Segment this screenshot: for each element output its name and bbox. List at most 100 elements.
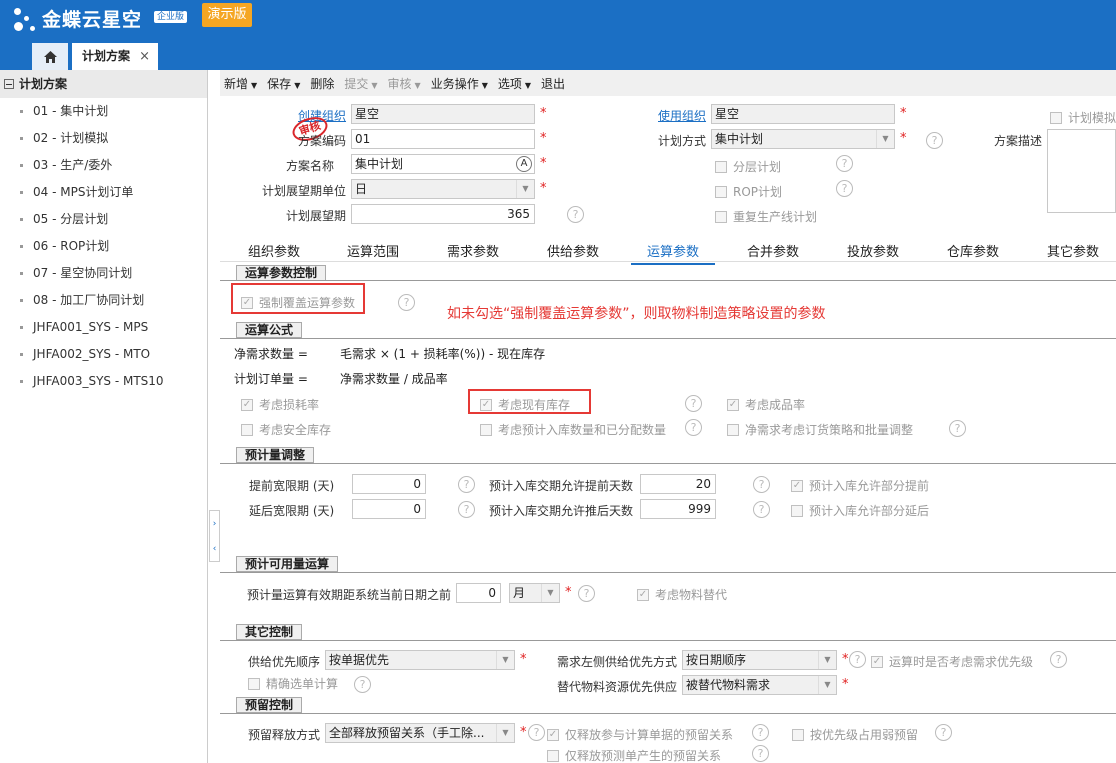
help-icon[interactable]: ?	[685, 395, 702, 412]
sidebar-item[interactable]: 07 - 星空协同计划	[0, 260, 207, 287]
home-tab[interactable]	[32, 43, 68, 70]
sidebar-item[interactable]: 01 - 集中计划	[0, 98, 207, 125]
current-stock-checkbox[interactable]: ✓ 考虑现有库存	[480, 396, 570, 413]
loss-rate-checkbox[interactable]: ✓ 考虑损耗率	[241, 396, 319, 413]
allow-partial-delay-checkbox[interactable]: 预计入库允许部分延后	[791, 502, 929, 519]
sidebar-item[interactable]: 02 - 计划模拟	[0, 125, 207, 152]
name-field[interactable]: 集中计划 A	[351, 154, 535, 174]
tab-scope[interactable]: 运算范围	[347, 241, 399, 260]
help-icon[interactable]: ?	[354, 676, 371, 693]
plan-sim-checkbox[interactable]: 计划模拟	[1050, 109, 1116, 126]
tab-supply[interactable]: 供给参数	[547, 241, 599, 260]
help-icon[interactable]: ?	[578, 585, 595, 602]
sidebar-title[interactable]: 计划方案	[0, 70, 207, 98]
repeat-line-checkbox[interactable]: 重复生产线计划	[715, 208, 817, 225]
business-button[interactable]: 业务操作 ▼	[431, 75, 488, 92]
sidebar-item[interactable]: JHFA001_SYS - MPS	[0, 314, 207, 341]
help-icon[interactable]: ?	[926, 132, 943, 149]
options-button[interactable]: 选项 ▼	[498, 75, 531, 92]
unit-select[interactable]: 日 ▼	[351, 179, 535, 199]
material-substitute-checkbox[interactable]: ✓ 考虑物料替代	[637, 586, 727, 603]
demand-priority-checkbox[interactable]: ✓ 运算时是否考虑需求优先级	[871, 653, 1033, 670]
sidebar-item[interactable]: 05 - 分层计划	[0, 206, 207, 233]
audit-button[interactable]: 审核 ▼	[388, 75, 421, 92]
only-forecast-reserve-checkbox[interactable]: 仅释放预测单产生的预留关系	[547, 747, 721, 763]
left-supply-select[interactable]: 按日期顺序 ▼	[682, 650, 837, 670]
help-icon[interactable]: ?	[398, 294, 415, 311]
tab-warehouse[interactable]: 仓库参数	[947, 241, 999, 260]
exit-button[interactable]: 退出	[541, 75, 565, 92]
yield-rate-checkbox[interactable]: ✓ 考虑成品率	[727, 396, 805, 413]
tab-demand[interactable]: 需求参数	[447, 241, 499, 260]
validity-unit-select[interactable]: 月 ▼	[509, 583, 560, 603]
tab-calc-params[interactable]: 运算参数	[631, 241, 716, 265]
multilang-icon[interactable]: A	[516, 156, 532, 172]
period-field[interactable]: 365	[351, 204, 535, 224]
release-select[interactable]: 全部释放预留关系（手工除... ▼	[325, 723, 515, 743]
sidebar-item[interactable]: JHFA002_SYS - MTO	[0, 341, 207, 368]
help-icon[interactable]: ?	[849, 651, 866, 668]
sidebar-toggle[interactable]: › ‹	[209, 510, 220, 562]
use-org-label[interactable]: 使用组织	[658, 107, 706, 124]
help-icon[interactable]: ?	[949, 420, 966, 437]
new-button[interactable]: 新增 ▼	[224, 75, 257, 92]
order-policy-checkbox[interactable]: 净需求考虑订货策略和批量调整	[727, 421, 913, 438]
substitute-supply-label: 替代物料资源优先供应	[557, 680, 678, 694]
delay-grace-field[interactable]: 0	[352, 499, 426, 519]
supply-priority-label: 供给优先顺序	[248, 655, 321, 669]
force-override-checkbox[interactable]: ✓ 强制覆盖运算参数	[241, 294, 355, 311]
sidebar-item[interactable]: 06 - ROP计划	[0, 233, 207, 260]
help-icon[interactable]: ?	[528, 724, 545, 741]
supply-priority-select[interactable]: 按单据优先 ▼	[325, 650, 515, 670]
help-icon[interactable]: ?	[685, 419, 702, 436]
save-button[interactable]: 保存 ▼	[267, 75, 300, 92]
weak-reserve-checkbox[interactable]: 按优先级占用弱预留	[792, 726, 918, 743]
substitute-supply-select[interactable]: 被替代物料需求 ▼	[682, 675, 837, 695]
layered-plan-checkbox[interactable]: 分层计划	[715, 158, 781, 175]
sidebar-item[interactable]: 04 - MPS计划订单	[0, 179, 207, 206]
tab-release[interactable]: 投放参数	[847, 241, 899, 260]
delete-button[interactable]: 删除	[310, 75, 334, 92]
use-org-field[interactable]: 星空	[711, 104, 895, 124]
section-forecast-adjust: 预计量调整	[236, 447, 315, 463]
sidebar-item[interactable]: 03 - 生产/委外	[0, 152, 207, 179]
help-icon[interactable]: ?	[836, 155, 853, 172]
formula-label-2: 计划订单量 =	[234, 372, 308, 386]
sidebar-item[interactable]: 08 - 加工厂协同计划	[0, 287, 207, 314]
help-icon[interactable]: ?	[753, 501, 770, 518]
close-icon[interactable]: ×	[139, 43, 150, 70]
help-icon[interactable]: ?	[935, 724, 952, 741]
method-select[interactable]: 集中计划 ▼	[711, 129, 895, 149]
tab-plan-scheme[interactable]: 计划方案 ×	[72, 43, 158, 70]
chevron-down-icon: ▼	[516, 180, 534, 198]
safety-stock-checkbox[interactable]: 考虑安全库存	[241, 421, 331, 438]
collapse-icon[interactable]	[4, 79, 14, 89]
help-icon[interactable]: ?	[567, 206, 584, 223]
help-icon[interactable]: ?	[1050, 651, 1067, 668]
ahead-days-field[interactable]: 20	[640, 474, 716, 494]
desc-textarea[interactable]	[1047, 129, 1116, 213]
code-field[interactable]: 01	[351, 129, 535, 149]
expected-receipt-checkbox[interactable]: 考虑预计入库数量和已分配数量	[480, 421, 666, 438]
help-icon[interactable]: ?	[753, 476, 770, 493]
precise-select-checkbox[interactable]: 精确选单计算	[248, 675, 338, 692]
help-icon[interactable]: ?	[836, 180, 853, 197]
tab-org-params[interactable]: 组织参数	[248, 241, 300, 260]
help-icon[interactable]: ?	[458, 501, 475, 518]
tab-merge[interactable]: 合并参数	[747, 241, 799, 260]
sidebar-item[interactable]: JHFA003_SYS - MTS10	[0, 368, 207, 395]
advance-grace-field[interactable]: 0	[352, 474, 426, 494]
desc-label: 方案描述	[994, 134, 1043, 148]
submit-button[interactable]: 提交 ▼	[344, 75, 377, 92]
allow-partial-ahead-checkbox[interactable]: ✓ 预计入库允许部分提前	[791, 477, 929, 494]
help-icon[interactable]: ?	[458, 476, 475, 493]
help-icon[interactable]: ?	[752, 724, 769, 741]
help-icon[interactable]: ?	[752, 745, 769, 762]
formula-1: 毛需求 × (1 + 损耗率(%)) - 现在库存	[340, 347, 546, 361]
validity-field[interactable]: 0	[456, 583, 501, 603]
only-calc-reserve-checkbox[interactable]: ✓ 仅释放参与计算单据的预留关系	[547, 726, 733, 743]
tab-other[interactable]: 其它参数	[1047, 241, 1099, 260]
rop-plan-checkbox[interactable]: ROP计划	[715, 183, 782, 200]
create-org-field[interactable]: 星空	[351, 104, 535, 124]
behind-days-field[interactable]: 999	[640, 499, 716, 519]
